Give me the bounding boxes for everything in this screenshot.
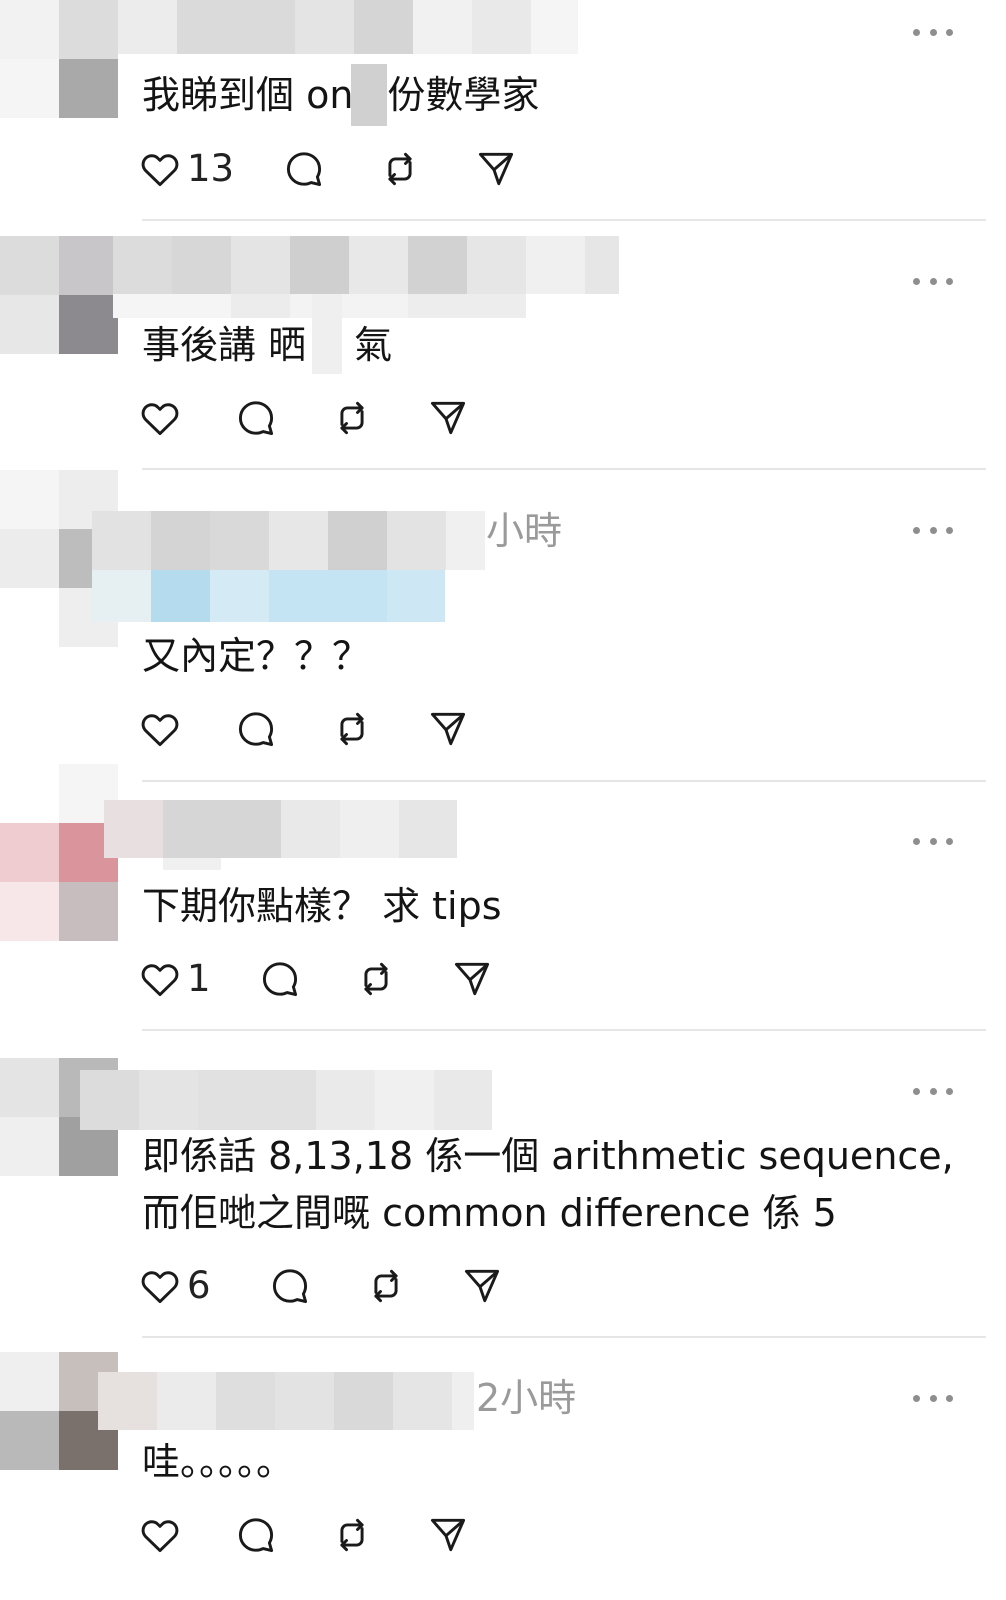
more-options-button[interactable] [913, 833, 953, 849]
action-bar [138, 1509, 498, 1561]
more-options-button[interactable] [913, 1390, 953, 1406]
like-button[interactable] [138, 392, 182, 444]
comment-text: 我睇到個 on 份數學家 [142, 63, 539, 126]
reply-button[interactable] [258, 953, 302, 1005]
comment-text: 下期你點樣？ 求 tips [142, 884, 502, 928]
heart-outline-icon [141, 714, 179, 747]
repost-button[interactable] [378, 143, 422, 195]
reply-button[interactable] [234, 392, 278, 444]
share-button[interactable] [426, 1509, 470, 1561]
more-options-button[interactable] [913, 1083, 953, 1099]
share-button[interactable] [460, 1260, 504, 1312]
more-options-button[interactable] [913, 273, 953, 289]
reply-button[interactable] [234, 1509, 278, 1561]
speech-bubble-icon [272, 1269, 308, 1304]
like-count: 6 [187, 1264, 211, 1307]
comment-timestamp: 2小時 [476, 1376, 577, 1420]
speech-bubble-icon [286, 152, 322, 187]
action-bar: 13 [138, 143, 538, 195]
speech-bubble-icon [238, 712, 274, 747]
paper-plane-icon [430, 1518, 466, 1552]
like-button[interactable]: 6 [138, 1260, 211, 1312]
ellipsis-icon [913, 1394, 920, 1402]
like-button[interactable]: 13 [138, 143, 234, 195]
like-count: 13 [187, 147, 235, 190]
redaction-block [351, 63, 388, 126]
repost-arrows-icon [340, 1518, 364, 1552]
like-button[interactable] [138, 703, 182, 755]
ellipsis-icon [913, 526, 920, 534]
paper-plane-icon [430, 401, 466, 435]
heart-outline-icon [141, 154, 179, 187]
repost-arrows-icon [364, 962, 388, 996]
heart-outline-icon [141, 403, 179, 436]
heart-outline-icon [141, 1271, 179, 1304]
comment-text: 事後講 晒氣 [142, 294, 392, 374]
ellipsis-icon [913, 28, 920, 36]
repost-arrows-icon [374, 1269, 398, 1303]
repost-arrows-icon [340, 712, 364, 746]
heart-outline-icon [141, 1520, 179, 1553]
comment-timestamp: 小時 [486, 509, 563, 553]
like-count: 1 [187, 957, 211, 1000]
paper-plane-icon [454, 962, 490, 996]
speech-bubble-icon [262, 962, 298, 997]
share-button[interactable] [474, 143, 518, 195]
comment-text: 哇。。。。。 [142, 1440, 295, 1484]
paper-plane-icon [464, 1269, 500, 1303]
reply-button[interactable] [268, 1260, 312, 1312]
redaction-block [312, 294, 343, 374]
comment-text-line-1: 即係話 8,13,18 係一個 arithmetic sequence, [142, 1134, 954, 1178]
speech-bubble-icon [238, 1518, 274, 1553]
ellipsis-icon [913, 277, 920, 285]
comment-text: 又內定？？？ [142, 634, 371, 678]
action-bar [138, 703, 498, 755]
comment-text-line-2: 而佢哋之間嘅 common difference 係 5 [142, 1191, 837, 1235]
more-options-button[interactable] [913, 522, 953, 538]
action-bar: 1 [138, 953, 518, 1005]
repost-arrows-icon [340, 401, 364, 435]
share-button[interactable] [426, 703, 470, 755]
more-options-button[interactable] [913, 24, 953, 40]
divider [142, 1029, 986, 1031]
action-bar: 6 [138, 1260, 518, 1312]
action-bar [138, 392, 498, 444]
repost-button[interactable] [364, 1260, 408, 1312]
divider [142, 780, 986, 782]
ellipsis-icon [913, 837, 920, 845]
comment-feed: 我睇到個 on 份數學家 13 事後講 晒 氣 小時 又內定？？？ 下期你點樣？… [0, 0, 1006, 1600]
like-button[interactable] [138, 1509, 182, 1561]
repost-button[interactable] [330, 392, 374, 444]
paper-plane-icon [430, 712, 466, 746]
repost-button[interactable] [354, 953, 398, 1005]
like-button[interactable]: 1 [138, 953, 211, 1005]
heart-outline-icon [141, 964, 179, 997]
reply-button[interactable] [234, 703, 278, 755]
reply-button[interactable] [282, 143, 326, 195]
divider [142, 468, 986, 470]
speech-bubble-icon [238, 401, 274, 436]
paper-plane-icon [478, 152, 514, 186]
repost-arrows-icon [388, 152, 412, 186]
share-button[interactable] [426, 392, 470, 444]
ellipsis-icon [913, 1087, 920, 1095]
repost-button[interactable] [330, 1509, 374, 1561]
divider [142, 219, 986, 221]
repost-button[interactable] [330, 703, 374, 755]
divider [142, 1336, 986, 1338]
share-button[interactable] [450, 953, 494, 1005]
